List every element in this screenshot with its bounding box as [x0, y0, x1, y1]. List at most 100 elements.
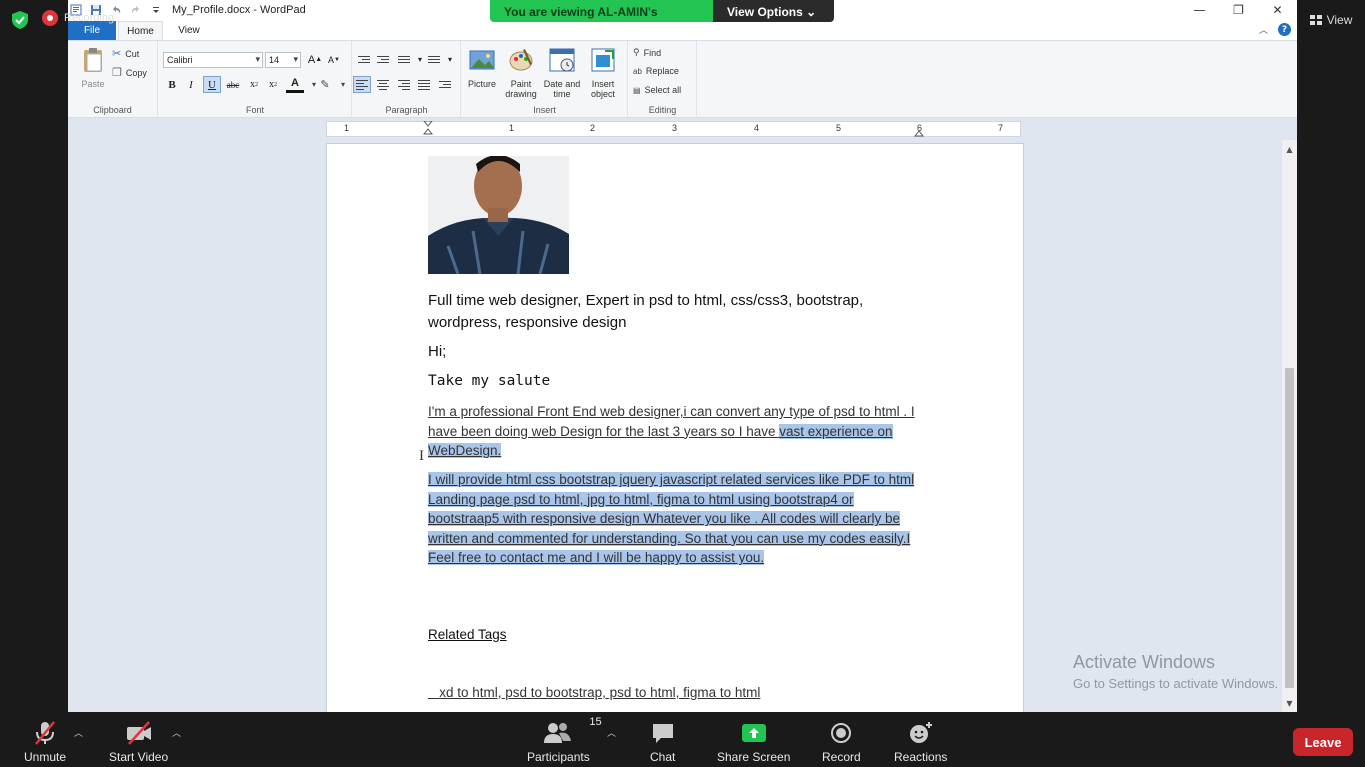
- superscript-button[interactable]: x2: [264, 76, 282, 93]
- selected-text: I will provide html css bootstrap jquery…: [428, 472, 915, 566]
- document-page[interactable]: Full time web designer, Expert in psd to…: [326, 143, 1024, 712]
- view-label: View: [1326, 13, 1353, 27]
- picture-icon: [469, 50, 495, 70]
- grow-font-icon[interactable]: A ▲: [306, 51, 324, 68]
- increase-indent-icon[interactable]: [374, 51, 392, 68]
- ruler-number: 2: [590, 123, 596, 133]
- tab-view[interactable]: View: [168, 21, 210, 40]
- paragraph-group-label: Paragraph: [385, 105, 428, 115]
- ruler-number: 7: [998, 123, 1004, 133]
- ruler[interactable]: 1 1 2 3 4 5 6 7: [326, 121, 1021, 137]
- reactions-button[interactable]: Reactions: [894, 720, 947, 764]
- paste-button[interactable]: Paste: [74, 46, 112, 89]
- view-button[interactable]: View: [1297, 0, 1365, 40]
- start-video-button[interactable]: Start Video: [109, 720, 168, 764]
- paragraph-settings-icon[interactable]: [436, 76, 454, 93]
- font-size-select[interactable]: 14: [265, 52, 301, 68]
- scissors-icon: ✂: [112, 48, 122, 60]
- activate-windows-title: Activate Windows: [1073, 652, 1216, 672]
- tab-home[interactable]: Home: [118, 21, 163, 40]
- viewing-screen-label: You are viewing AL-AMIN's screen: [490, 0, 713, 22]
- reactions-label: Reactions: [894, 750, 948, 764]
- font-family-select[interactable]: Calibri: [163, 52, 263, 68]
- activate-windows-subtitle: Go to Settings to activate Windows.: [1073, 676, 1279, 691]
- close-icon[interactable]: ✕: [1258, 0, 1297, 20]
- record-button[interactable]: Record: [822, 720, 861, 764]
- document-area: Full time web designer, Expert in psd to…: [68, 140, 1281, 712]
- unmute-button[interactable]: Unmute: [24, 720, 66, 764]
- align-left-icon[interactable]: [353, 76, 371, 93]
- scrollbar-thumb[interactable]: [1285, 368, 1294, 688]
- video-options-caret-icon[interactable]: ︿: [172, 726, 181, 739]
- paragraph-group: ▾ ▾ Paragraph: [353, 41, 461, 118]
- participants-caret-icon[interactable]: ︿: [607, 726, 616, 739]
- customize-toolbar-icon[interactable]: [150, 4, 162, 16]
- copy-button[interactable]: ❐ Copy: [112, 66, 147, 79]
- scroll-up-icon[interactable]: ▲: [1282, 142, 1297, 156]
- picture-button[interactable]: Picture: [463, 46, 501, 89]
- select-all-button[interactable]: ▤ Select all: [633, 85, 681, 95]
- screen-share-banner: You are viewing AL-AMIN's screen View Op…: [490, 0, 834, 22]
- select-all-label: Select all: [644, 85, 682, 95]
- cut-label: Cut: [125, 48, 140, 59]
- ruler-number: 1: [344, 123, 350, 133]
- profile-photo: [428, 156, 569, 274]
- bold-button[interactable]: B: [163, 76, 181, 93]
- redo-icon[interactable]: [130, 4, 142, 16]
- ruler-number: 4: [754, 123, 760, 133]
- recording-indicator[interactable]: Recording: [42, 10, 114, 26]
- cut-button[interactable]: ✂ Cut: [112, 47, 139, 60]
- clipboard-group: Paste ✂ Cut ❐ Copy Clipboard: [68, 41, 158, 118]
- paint-drawing-label: Paint drawing: [505, 79, 537, 99]
- insert-object-label: Insert object: [590, 79, 616, 99]
- decrease-indent-icon[interactable]: [355, 51, 373, 68]
- italic-button[interactable]: I: [182, 76, 200, 93]
- highlight-pen-icon[interactable]: ✎: [316, 76, 334, 93]
- text-color-icon[interactable]: A: [286, 76, 304, 93]
- replace-button[interactable]: ab Replace: [633, 66, 679, 76]
- record-icon: [831, 723, 852, 743]
- profile-headline: Full time web designer, Expert in psd to…: [428, 292, 864, 331]
- underline-button[interactable]: U: [203, 76, 221, 93]
- collapse-ribbon-icon[interactable]: ︿: [1259, 23, 1268, 36]
- strikethrough-button[interactable]: abc: [224, 76, 242, 93]
- leave-meeting-button[interactable]: Leave: [1293, 728, 1353, 756]
- line-spacing-dropdown-icon[interactable]: ▾: [441, 51, 459, 68]
- scroll-down-icon[interactable]: ▼: [1282, 696, 1297, 710]
- date-time-button[interactable]: Date and time: [543, 46, 581, 99]
- copy-label: Copy: [125, 67, 147, 78]
- related-tags-heading: Related Tags: [428, 627, 507, 642]
- video-off-icon: [126, 721, 151, 745]
- share-screen-button[interactable]: Share Screen: [717, 720, 790, 764]
- ribbon-tabs: File Home View ︿ ?: [68, 20, 1297, 40]
- paint-palette-icon: [509, 49, 533, 71]
- maximize-icon[interactable]: ❐: [1219, 0, 1258, 20]
- insert-object-button[interactable]: Insert object: [584, 46, 622, 99]
- highlight-dropdown-icon[interactable]: ▾: [334, 76, 352, 93]
- chat-button[interactable]: Chat: [650, 720, 675, 764]
- align-center-icon[interactable]: [374, 76, 392, 93]
- view-options-button[interactable]: View Options ⌄: [713, 0, 834, 22]
- reactions-smiley-icon: [909, 722, 932, 743]
- right-indent-marker-icon[interactable]: [914, 128, 924, 138]
- select-all-icon: ▤: [633, 85, 641, 95]
- screen: My_Profile.docx - WordPad — ❐ ✕ File Hom…: [0, 0, 1365, 767]
- find-button[interactable]: ⚲ Find: [633, 47, 661, 58]
- help-icon[interactable]: ?: [1278, 23, 1291, 36]
- subscript-button[interactable]: x2: [245, 76, 263, 93]
- minimize-icon[interactable]: —: [1180, 0, 1219, 20]
- participants-label: Participants: [527, 750, 590, 764]
- insert-group: Picture Paint drawing Date and time Inse…: [462, 41, 628, 118]
- paint-drawing-button[interactable]: Paint drawing: [502, 46, 540, 99]
- ribbon: Paste ✂Cut ❐Copy Clipboard Calibri 14 A▲…: [68, 40, 1297, 118]
- align-right-icon[interactable]: [395, 76, 413, 93]
- audio-options-caret-icon[interactable]: ︿: [74, 726, 83, 739]
- intro-paragraph: I'm a professional Front End web designe…: [428, 402, 923, 461]
- participants-button[interactable]: 15 Participants: [527, 716, 602, 764]
- justify-icon[interactable]: [415, 76, 433, 93]
- greeting-text: Hi;: [428, 343, 447, 360]
- indent-marker-icon[interactable]: [423, 121, 433, 137]
- shrink-font-icon[interactable]: A ▼: [325, 51, 343, 68]
- editing-group: ⚲ Find ab Replace ▤ Select all Editing: [629, 41, 697, 118]
- vertical-scrollbar[interactable]: ▲ ▼: [1281, 140, 1297, 712]
